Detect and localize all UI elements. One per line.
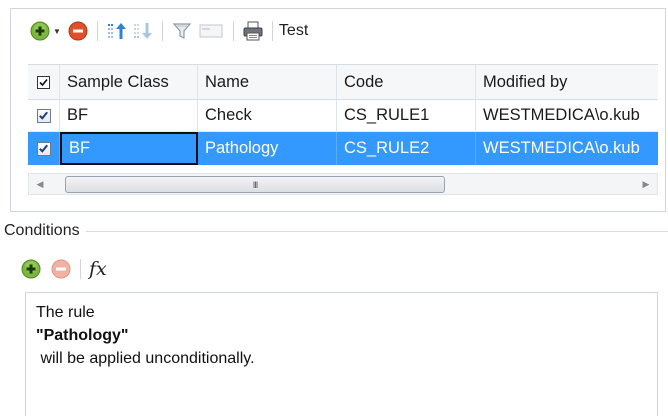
checkbox	[36, 108, 51, 123]
rule-name: "Pathology"	[36, 327, 129, 344]
column-header-code[interactable]: Code	[337, 65, 476, 99]
scrollbar-grip: III	[252, 179, 258, 190]
rules-toolbar: ▼ Test	[11, 9, 665, 53]
column-header-sample-class[interactable]: Sample Class	[60, 65, 198, 99]
print-icon	[243, 21, 263, 41]
horizontal-scrollbar[interactable]: ◀ III ▶	[28, 173, 658, 195]
toolbar-separator	[271, 21, 273, 41]
scrollbar-thumb[interactable]: III	[65, 176, 445, 193]
check-icon	[39, 144, 48, 153]
checkbox	[37, 75, 50, 89]
cell-name[interactable]: Check	[198, 100, 337, 131]
remove-icon	[68, 21, 88, 41]
scroll-left-icon[interactable]: ◀	[33, 177, 47, 191]
move-down-icon	[133, 23, 152, 39]
cell-code[interactable]: CS_RULE2	[337, 132, 476, 165]
divider	[0, 231, 668, 232]
add-dropdown-caret-icon[interactable]: ▼	[53, 27, 61, 36]
rule-description-panel: The rule "Pathology" will be applied unc…	[25, 292, 658, 416]
toolbar-separator	[161, 21, 163, 41]
cell-modified-by[interactable]: WESTMEDICA\o.kub	[476, 100, 658, 131]
move-up-button[interactable]	[106, 20, 128, 42]
table-row-selected[interactable]: BF Pathology CS_RULE2 WESTMEDICA\o.kub	[28, 132, 658, 165]
rules-panel: ▼ Test Sample Class Name Code Modified b…	[10, 8, 666, 212]
add-button[interactable]	[29, 20, 51, 42]
add-icon	[30, 21, 50, 41]
conditions-section-header: Conditions	[0, 222, 668, 240]
cell-code[interactable]: CS_RULE1	[337, 100, 476, 131]
remove-condition-button[interactable]	[50, 258, 72, 280]
move-up-icon	[107, 23, 126, 39]
scroll-right-icon[interactable]: ▶	[639, 177, 653, 191]
filter-icon	[172, 23, 192, 39]
select-all-checkbox[interactable]	[28, 65, 60, 99]
check-icon	[39, 111, 48, 120]
conditions-toolbar: fx	[20, 255, 107, 283]
conditions-title: Conditions	[0, 222, 86, 240]
grid-header-row: Sample Class Name Code Modified by	[28, 65, 658, 100]
check-icon	[39, 78, 48, 86]
filter-button[interactable]	[171, 20, 193, 42]
row-checkbox[interactable]	[28, 132, 60, 165]
add-icon	[21, 259, 41, 279]
field-button[interactable]	[197, 20, 225, 42]
add-condition-button[interactable]	[20, 258, 42, 280]
move-down-button[interactable]	[132, 20, 154, 42]
field-icon	[199, 24, 223, 38]
toolbar-separator	[232, 21, 234, 41]
remove-button[interactable]	[67, 20, 89, 42]
rule-text-line: The rule	[36, 304, 95, 321]
toolbar-separator	[80, 259, 81, 279]
rule-text-line: will be applied unconditionally.	[36, 350, 255, 367]
rules-grid: Sample Class Name Code Modified by BF Ch…	[28, 64, 658, 168]
test-button[interactable]: Test	[279, 22, 308, 40]
row-checkbox[interactable]	[28, 100, 60, 131]
table-row[interactable]: BF Check CS_RULE1 WESTMEDICA\o.kub	[28, 100, 658, 132]
formula-icon[interactable]: fx	[89, 258, 107, 280]
cell-modified-by[interactable]: WESTMEDICA\o.kub	[476, 132, 658, 165]
toolbar-separator	[96, 21, 98, 41]
cell-sample-class-editor[interactable]: BF	[60, 132, 198, 165]
remove-icon	[51, 259, 71, 279]
print-button[interactable]	[242, 20, 264, 42]
cell-sample-class[interactable]: BF	[60, 100, 198, 131]
checkbox	[36, 141, 51, 156]
column-header-name[interactable]: Name	[198, 65, 337, 99]
column-header-modified-by[interactable]: Modified by	[476, 65, 658, 99]
cell-name[interactable]: Pathology	[198, 132, 337, 165]
